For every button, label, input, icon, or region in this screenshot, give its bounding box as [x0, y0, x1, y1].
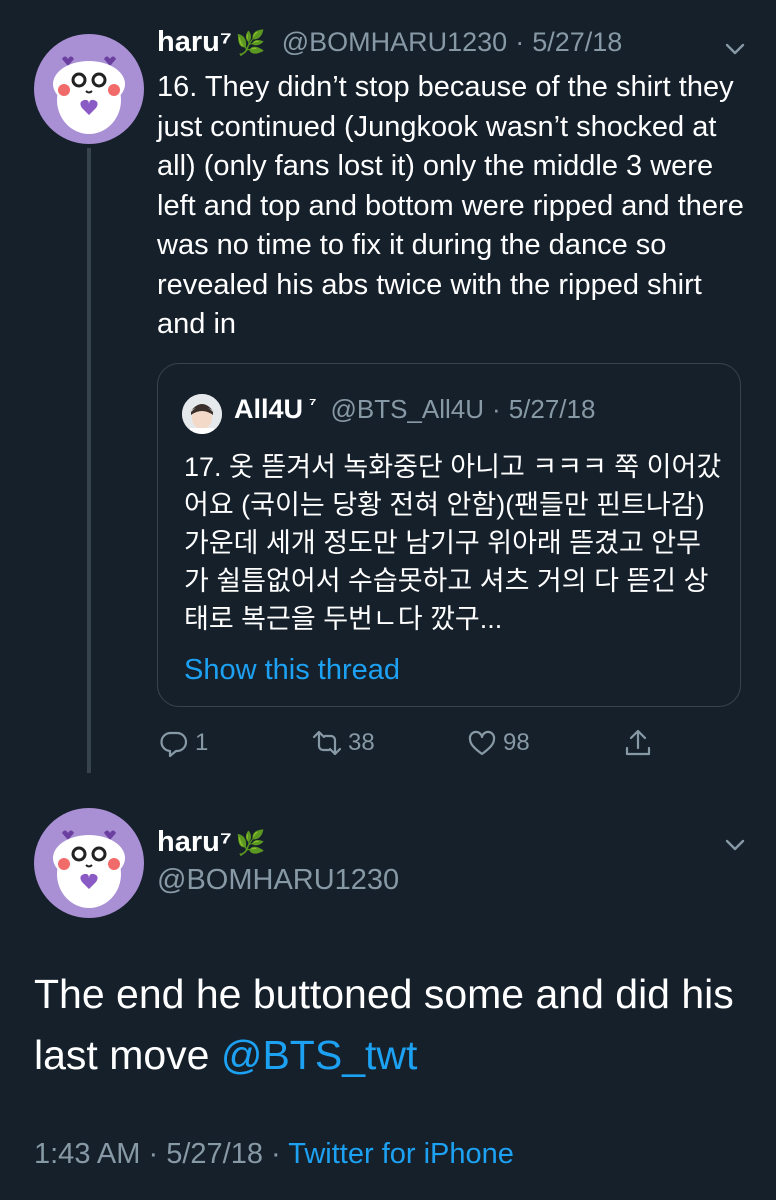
- reply-icon: [160, 731, 188, 758]
- retweet-button[interactable]: 38: [312, 728, 375, 758]
- handle[interactable]: @BOMHARU1230: [282, 27, 507, 58]
- retweet-count: 38: [348, 729, 375, 756]
- separator: ·: [492, 394, 501, 424]
- tweet-time[interactable]: 1:43 AM: [34, 1138, 140, 1170]
- avatar-illustration: [53, 830, 125, 908]
- quoted-display-name: All4U: [234, 394, 304, 424]
- avatar-illustration: [53, 56, 125, 134]
- quoted-name-superscript: ⁷: [309, 394, 317, 414]
- quoted-header: All4U ⁷ @BTS_All4U · 5/27/18: [234, 394, 595, 425]
- quoted-avatar: [182, 394, 222, 434]
- display-name[interactable]: haru⁷: [157, 26, 232, 59]
- share-icon: [625, 729, 651, 756]
- quoted-date: 5/27/18: [508, 394, 596, 424]
- handle[interactable]: @BOMHARU1230: [157, 864, 399, 897]
- reply-count: 1: [195, 729, 209, 756]
- heart-icon: [468, 730, 496, 756]
- avatar[interactable]: [34, 34, 144, 144]
- quoted-handle: @BTS_All4U: [330, 394, 485, 424]
- avatar[interactable]: [34, 808, 144, 918]
- mention-link[interactable]: @BTS_twt: [221, 1032, 418, 1078]
- separator: ·: [515, 27, 525, 57]
- quoted-text: 17. 옷 뜯겨서 녹화중단 아니고 ㅋㅋㅋ 쭉 이어갔어요 (국이는 당황 전…: [184, 452, 722, 634]
- chevron-down-icon[interactable]: [724, 834, 746, 856]
- tweet-text: The end he buttoned some and did his las…: [34, 964, 744, 1086]
- separator: ·: [271, 1138, 281, 1170]
- source-link[interactable]: Twitter for iPhone: [288, 1138, 514, 1170]
- reply-button[interactable]: 1: [159, 728, 208, 758]
- tweet-footer: 1:43 AM · 5/27/18 · Twitter for iPhone: [34, 1138, 514, 1171]
- tweet-text: 16. They didn’t stop because of the shir…: [157, 71, 744, 340]
- like-button[interactable]: 98: [467, 728, 530, 758]
- chevron-down-icon[interactable]: [724, 38, 746, 60]
- show-thread-link[interactable]: Show this thread: [184, 654, 400, 687]
- separator: ·: [148, 1138, 159, 1170]
- herb-icon: 🌿: [235, 830, 266, 857]
- tweet-actions: 1 38 98: [157, 728, 677, 768]
- tweet-date[interactable]: 5/27/18: [166, 1138, 263, 1170]
- tweet-header: haru⁷ 🌿: [157, 826, 266, 859]
- thread-line: [87, 148, 91, 773]
- share-button[interactable]: [623, 728, 659, 758]
- tweet-header: haru⁷ 🌿 @BOMHARU1230 · 5/27/18: [157, 26, 622, 59]
- retweet-icon: [312, 730, 342, 756]
- herb-icon: 🌿: [235, 30, 266, 57]
- tweet-date[interactable]: 5/27/18: [532, 27, 622, 58]
- quoted-tweet[interactable]: All4U ⁷ @BTS_All4U · 5/27/18 17. 옷 뜯겨서 녹…: [157, 363, 741, 707]
- like-count: 98: [503, 729, 530, 756]
- display-name[interactable]: haru⁷: [157, 826, 232, 859]
